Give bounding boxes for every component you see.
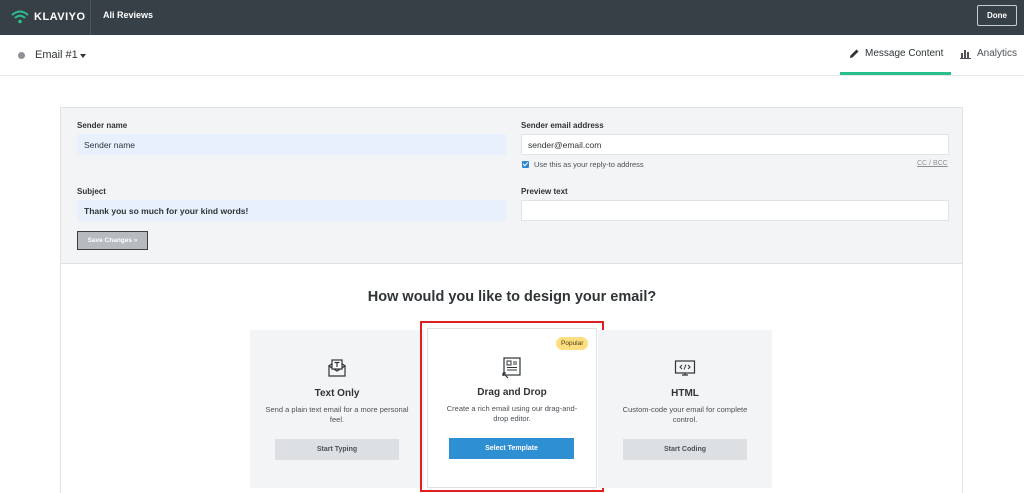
start-coding-button[interactable]: Start Coding [623,439,747,460]
app-name: Ali Reviews [103,10,154,20]
drag-and-drop-card[interactable]: Popular Drag and Drop Create a rich emai… [427,328,597,488]
sender-name-label: Sender name [77,121,128,130]
card-description: Send a plain text email for a more perso… [265,405,409,424]
tab-analytics[interactable]: Analytics [960,48,1017,59]
drag-drop-layout-icon [428,357,596,379]
sender-name-input[interactable]: Sender name [77,134,506,155]
tab-label: Analytics [977,48,1018,59]
save-changes-button[interactable]: Save Changes » [77,231,148,250]
card-title: Text Only [314,388,360,399]
card-description: Custom-code your email for complete cont… [622,405,748,424]
card-title: HTML [671,388,699,399]
text-envelope-icon [250,358,424,378]
email-name-dropdown[interactable]: Email #1 [35,49,78,61]
cc-bcc-link[interactable]: CC / BCC [917,160,948,167]
preview-text-input[interactable] [521,200,949,221]
sender-email-label: Sender email address [521,121,604,130]
start-typing-button[interactable]: Start Typing [275,439,399,460]
reply-to-label: Use this as your reply-to address [534,160,644,169]
text-only-card[interactable]: Text Only Send a plain text email for a … [250,330,424,488]
preview-text-label: Preview text [521,187,568,196]
bar-chart-icon [960,50,971,59]
logo-text: KLAVIYO [34,11,86,23]
status-dot [18,52,25,59]
sender-email-input[interactable]: sender@email.com [521,134,949,155]
wifi-logo-icon [11,10,29,24]
tab-message-content[interactable]: Message Content [849,48,943,59]
popular-badge: Popular [556,337,589,350]
subject-label: Subject [77,187,106,196]
klaviyo-logo[interactable]: KLAVIYO [10,9,86,25]
active-tab-indicator [840,72,951,75]
chevron-down-icon[interactable] [80,54,86,58]
tab-label: Message Content [865,48,944,59]
top-bar: KLAVIYO Ali Reviews Done [0,0,1024,35]
card-title: Drag and Drop [477,387,547,398]
card-description: Create a rich email using our drag-and-d… [446,404,578,423]
email-header: Email #1 Message Content Analytics [0,35,1024,76]
pencil-icon [850,49,859,58]
subject-input[interactable]: Thank you so much for your kind words! [77,200,506,221]
select-template-button[interactable]: Select Template [449,438,574,459]
html-card[interactable]: HTML Custom-code your email for complete… [598,330,772,488]
reply-to-checkbox[interactable] [522,161,529,168]
design-title: How would you like to design your email? [367,289,657,305]
top-divider [90,0,91,35]
done-button[interactable]: Done [977,5,1017,26]
code-monitor-icon [598,360,772,378]
email-settings-form: Sender name Sender name Sender email add… [60,107,963,264]
